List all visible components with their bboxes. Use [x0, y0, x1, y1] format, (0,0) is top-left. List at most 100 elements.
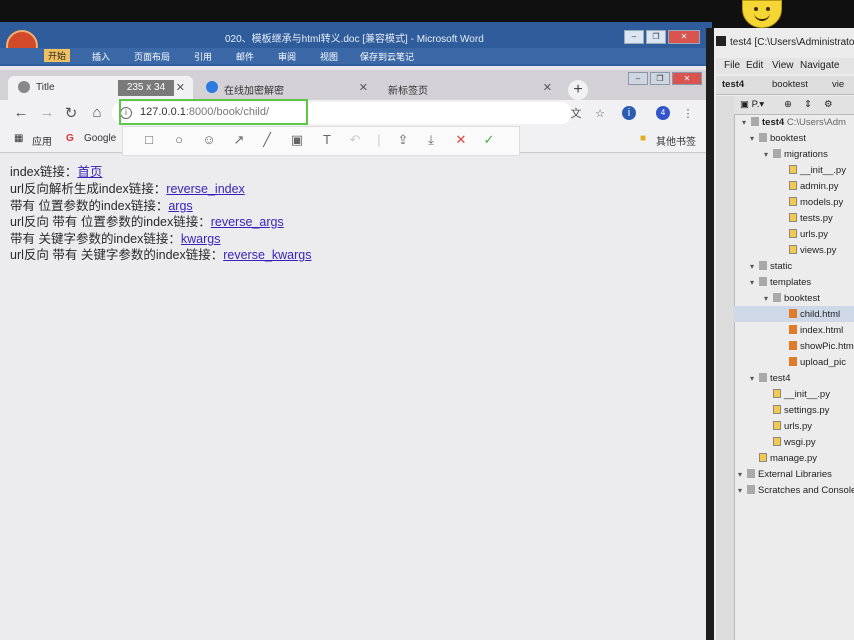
close-icon[interactable]: ✕	[176, 81, 185, 94]
tree-item[interactable]: tests.py	[780, 212, 833, 226]
chrome-minimize-icon[interactable]: –	[628, 72, 648, 85]
collapse-icon[interactable]: ⇕	[804, 98, 812, 112]
expand-arrow-icon[interactable]: ▾	[764, 148, 773, 162]
tree-item[interactable]: ▾ External Libraries	[738, 468, 832, 482]
tree-item[interactable]: ▾ migrations	[764, 148, 828, 162]
link-home[interactable]: 首页	[77, 165, 102, 179]
menu-dots-icon[interactable]: ⋮	[680, 106, 696, 122]
forward-arrow-icon[interactable]: →	[38, 104, 56, 121]
ribbon-tab-references[interactable]: 引用	[194, 50, 212, 63]
folder-icon	[751, 117, 759, 126]
tree-item[interactable]: ▾ booktest	[750, 132, 806, 146]
link-reverse-kwargs[interactable]: reverse_kwargs	[223, 248, 311, 262]
expand-arrow-icon[interactable]: ▾	[750, 132, 759, 146]
bookmark-google[interactable]: Google	[84, 133, 116, 144]
bookmark-apps[interactable]: 应用	[32, 133, 52, 148]
crumb-file[interactable]: vie	[832, 78, 844, 92]
tree-item[interactable]: ▾ booktest	[764, 292, 820, 306]
ribbon-tab-cloud-notes[interactable]: 保存到云笔记	[360, 50, 414, 63]
star-icon[interactable]: ☆	[592, 106, 608, 122]
ribbon-tab-view[interactable]: 视图	[320, 50, 338, 63]
tree-item[interactable]: wsgi.py	[764, 436, 816, 450]
tab-encrypt[interactable]: 在线加密解密 ✕	[196, 76, 376, 100]
chrome-restore-icon[interactable]: ❐	[650, 72, 670, 85]
text-tool-icon[interactable]: T	[318, 131, 336, 149]
tree-item[interactable]: models.py	[780, 196, 843, 210]
emoji-tool-icon[interactable]: ☺	[200, 131, 218, 149]
tree-item-label: upload_pic	[800, 357, 846, 368]
project-tool-strip[interactable]	[716, 96, 735, 640]
share-icon[interactable]: ⇪	[394, 131, 412, 149]
python-file-icon	[759, 453, 767, 462]
ribbon-tab-layout[interactable]: 页面布局	[134, 50, 170, 63]
reload-icon[interactable]: ↻	[62, 104, 80, 122]
expand-arrow-icon[interactable]: ▾	[738, 484, 747, 498]
tree-item[interactable]: child.html	[780, 308, 840, 322]
tree-item[interactable]: ▾ test4	[750, 372, 791, 386]
tree-item[interactable]: upload_pic	[780, 356, 846, 370]
ribbon-tab-home[interactable]: 开始	[44, 49, 71, 62]
tree-item[interactable]: urls.py	[764, 420, 812, 434]
expand-arrow-icon[interactable]: ▾	[738, 468, 747, 482]
bookmark-other[interactable]: 其他书签	[656, 133, 696, 148]
python-file-icon	[789, 229, 797, 238]
tree-item[interactable]: ▾ static	[750, 260, 792, 274]
tree-item[interactable]: settings.py	[764, 404, 829, 418]
link-reverse-index[interactable]: reverse_index	[166, 182, 245, 196]
menu-file[interactable]: File	[724, 60, 740, 71]
cancel-icon[interactable]: ✕	[452, 131, 470, 149]
ribbon-tab-mailings[interactable]: 邮件	[236, 50, 254, 63]
tree-item[interactable]: index.html	[780, 324, 843, 338]
home-icon[interactable]: ⌂	[88, 104, 106, 121]
gear-icon[interactable]: ⚙	[824, 98, 833, 112]
tab-label: Title	[36, 82, 55, 93]
tree-item[interactable]: __init__.py	[780, 164, 846, 178]
back-arrow-icon[interactable]: ←	[12, 104, 30, 121]
crumb-folder[interactable]: booktest	[772, 78, 808, 92]
ellipse-tool-icon[interactable]: ○	[170, 131, 188, 149]
close-icon[interactable]: ✕	[359, 81, 368, 94]
pen-tool-icon[interactable]: ╱	[258, 131, 276, 149]
expand-arrow-icon[interactable]: ▾	[750, 260, 759, 274]
project-root[interactable]: ▾ test4 C:\Users\Adm	[742, 116, 846, 130]
tree-item[interactable]: ▾ templates	[750, 276, 811, 290]
line-text: index链接：	[10, 165, 78, 179]
tab-newtab[interactable]: 新标签页 ✕	[380, 76, 560, 100]
close-icon[interactable]: ✕	[543, 81, 552, 94]
snip-selection[interactable]	[119, 99, 308, 125]
menu-view[interactable]: View	[772, 60, 794, 71]
mosaic-tool-icon[interactable]: ▣	[288, 131, 306, 149]
tree-item[interactable]: urls.py	[780, 228, 828, 242]
chrome-close-icon[interactable]: ✕	[672, 72, 702, 85]
word-minimize-icon[interactable]: –	[624, 30, 644, 44]
project-view-selector[interactable]: ▣ P.▾	[740, 98, 764, 112]
target-icon[interactable]: ⊕	[784, 98, 792, 112]
arrow-tool-icon[interactable]: ↗	[230, 131, 248, 149]
ribbon-tab-review[interactable]: 审阅	[278, 50, 296, 63]
menu-edit[interactable]: Edit	[746, 60, 763, 71]
ribbon-tab-insert[interactable]: 插入	[92, 50, 110, 63]
python-file-icon	[789, 197, 797, 206]
rectangle-tool-icon[interactable]: □	[140, 131, 158, 149]
expand-arrow-icon[interactable]: ▾	[750, 276, 759, 290]
tree-item[interactable]: ▾ Scratches and Console	[738, 484, 854, 498]
new-tab-button[interactable]: +	[568, 80, 588, 100]
extension-badge-icon[interactable]: 4	[656, 106, 670, 120]
translate-icon[interactable]: 文	[568, 106, 584, 122]
expand-arrow-icon[interactable]: ▾	[750, 372, 759, 386]
expand-arrow-icon[interactable]: ▾	[764, 292, 773, 306]
extension-icon[interactable]: i	[622, 106, 636, 120]
word-close-icon[interactable]: ✕	[668, 30, 700, 44]
undo-icon[interactable]: ↶	[346, 131, 364, 149]
tree-item[interactable]: manage.py	[750, 452, 817, 466]
download-icon[interactable]: ⤓	[422, 131, 440, 149]
tree-item[interactable]: __init__.py	[764, 388, 830, 402]
menu-navigate[interactable]: Navigate	[800, 60, 839, 71]
crumb-project[interactable]: test4	[722, 78, 744, 92]
word-restore-icon[interactable]: ❐	[646, 30, 666, 44]
confirm-check-icon[interactable]: ✓	[480, 131, 498, 149]
tree-item[interactable]: views.py	[780, 244, 836, 258]
tree-item[interactable]: admin.py	[780, 180, 839, 194]
tree-item[interactable]: showPic.htm	[780, 340, 854, 354]
link-reverse-args[interactable]: reverse_args	[211, 215, 284, 229]
